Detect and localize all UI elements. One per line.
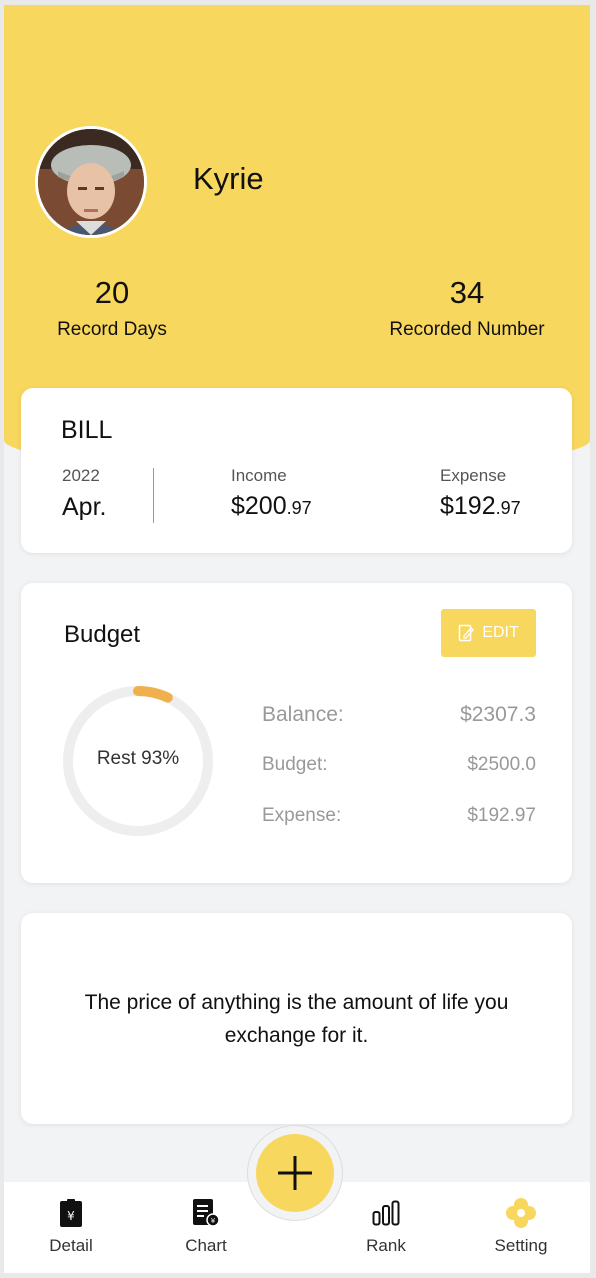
bill-title: BILL — [61, 416, 113, 444]
budget-label: Budget: — [262, 754, 328, 775]
receipt-icon: ¥ — [60, 1199, 82, 1227]
budget-card: Budget EDIT Rest 93% Balance: $2307.3 Bu… — [21, 583, 572, 883]
rest-percent-text: Rest 93% — [96, 748, 180, 769]
stat-record-days: 20 Record Days — [47, 275, 177, 341]
income-cents: .97 — [286, 498, 312, 518]
budget-value: $2500.0 — [467, 754, 536, 775]
bill-card[interactable]: BILL 2022 Apr. Income $200.97 Expense $1… — [21, 388, 572, 553]
balance-row: Balance: $2307.3 — [262, 703, 536, 727]
quote-card: The price of anything is the amount of l… — [21, 913, 572, 1124]
quote-text: The price of anything is the amount of l… — [84, 990, 509, 1047]
expense-main: $192 — [440, 492, 496, 520]
svg-text:¥: ¥ — [211, 1217, 216, 1225]
tab-rank[interactable]: Rank — [341, 1198, 431, 1256]
username: Kyrie — [193, 161, 264, 196]
budget-row: Budget: $2500.0 — [262, 754, 536, 776]
balance-label: Balance: — [262, 703, 344, 726]
stat-recorded-number: 34 Recorded Number — [372, 275, 562, 341]
edit-label: EDIT — [482, 624, 519, 641]
flower-icon — [506, 1198, 536, 1228]
svg-text:¥: ¥ — [67, 1209, 75, 1223]
tab-chart[interactable]: ¥ Chart — [161, 1198, 251, 1256]
tab-label: Setting — [494, 1236, 548, 1255]
tab-label: Chart — [185, 1236, 227, 1255]
income-main: $200 — [231, 492, 287, 520]
stat-value: 20 — [94, 275, 130, 310]
edit-button[interactable]: EDIT — [441, 609, 536, 657]
tab-label: Detail — [49, 1236, 93, 1255]
budget-title: Budget — [64, 621, 141, 648]
expense-row-label: Expense: — [262, 805, 342, 826]
bill-year: 2022 — [62, 466, 100, 485]
edit-icon — [459, 624, 475, 642]
stat-value: 34 — [449, 275, 485, 310]
income-label: Income — [231, 466, 287, 485]
expense-cents: .97 — [495, 498, 521, 518]
tab-detail[interactable]: ¥ Detail — [26, 1198, 116, 1256]
expense-value: $192.97 — [440, 492, 521, 521]
expense-row-value: $192.97 — [467, 805, 536, 826]
tab-setting[interactable]: Setting — [476, 1198, 566, 1256]
bill-month[interactable]: Apr. — [62, 493, 106, 522]
app-screen: Kyrie 20 Record Days 34 Recorded Number … — [4, 5, 590, 1273]
add-record-button[interactable] — [256, 1134, 334, 1212]
balance-value: $2307.3 — [460, 703, 536, 726]
expense-label: Expense — [440, 466, 507, 485]
report-icon: ¥ — [193, 1199, 219, 1227]
plus-icon — [278, 1156, 312, 1190]
income-value: $200.97 — [231, 492, 312, 521]
stat-label: Record Days — [57, 319, 167, 340]
tab-label: Rank — [366, 1236, 406, 1255]
bar-chart-icon — [372, 1200, 400, 1226]
avatar[interactable] — [35, 126, 147, 238]
stat-label: Recorded Number — [389, 319, 545, 340]
divider — [153, 468, 154, 523]
expense-row: Expense: $192.97 — [262, 805, 536, 827]
